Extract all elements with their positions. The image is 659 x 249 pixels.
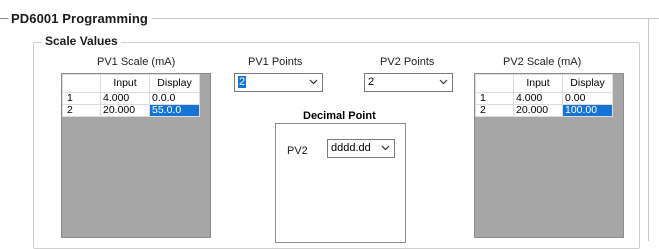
pv2-points-label: PV2 Points — [380, 56, 435, 68]
pv1-input-cell[interactable]: 20.000 — [100, 104, 150, 117]
window-title: PD6001 Programming — [9, 11, 152, 26]
pv1-display-header[interactable]: Display — [149, 74, 200, 93]
pv2-decimal-label: PV2 — [287, 145, 308, 157]
table-row[interactable]: 1 4.000 0.00 — [475, 92, 613, 105]
decimal-point-title: Decimal Point — [300, 110, 379, 122]
pv2-display-header[interactable]: Display — [562, 74, 613, 93]
pv2-decimal-value: dddd.dd — [331, 142, 371, 154]
pv2-input-cell[interactable]: 4.000 — [513, 92, 563, 105]
grid-corner — [62, 74, 101, 93]
pv1-display-cell-selected[interactable]: 55.0.0 — [149, 104, 200, 117]
table-row[interactable]: 2 20.000 100.00 — [475, 104, 613, 117]
row-index[interactable]: 1 — [475, 92, 514, 105]
pv1-input-header[interactable]: Input — [100, 74, 150, 93]
pv1-display-cell[interactable]: 0.0.0 — [149, 92, 200, 105]
pv2-points-select[interactable]: 2 — [364, 73, 453, 92]
pv1-points-select[interactable]: 2 — [234, 73, 323, 92]
pv2-scale-label: PV2 Scale (mA) — [503, 56, 582, 68]
chevron-down-icon — [439, 79, 448, 85]
pv2-display-cell-selected[interactable]: 100.00 — [562, 104, 613, 117]
pv2-input-cell[interactable]: 20.000 — [513, 104, 563, 117]
grid-corner — [475, 74, 514, 93]
outer-group-tick — [0, 18, 8, 19]
row-index[interactable]: 1 — [62, 92, 101, 105]
pv2-decimal-select[interactable]: dddd.dd — [327, 139, 395, 158]
chevron-down-icon — [309, 79, 318, 85]
pv2-display-cell[interactable]: 0.00 — [562, 92, 613, 105]
pv2-points-value: 2 — [368, 76, 375, 88]
table-row[interactable]: 2 20.000 55.0.0 — [62, 104, 200, 117]
row-index[interactable]: 2 — [475, 104, 514, 117]
scale-values-title: Scale Values — [42, 34, 121, 48]
pv1-points-value: 2 — [238, 76, 247, 88]
pv2-input-header[interactable]: Input — [513, 74, 563, 93]
pv1-scale-grid[interactable]: Input Display 1 4.000 0.0.0 2 20.000 55.… — [61, 73, 211, 238]
pv1-scale-label: PV1 Scale (mA) — [97, 56, 176, 68]
row-index[interactable]: 2 — [62, 104, 101, 117]
outer-group-right-border — [648, 18, 649, 241]
table-row[interactable]: 1 4.000 0.0.0 — [62, 92, 200, 105]
pv1-input-cell[interactable]: 4.000 — [100, 92, 150, 105]
chevron-down-icon — [381, 145, 390, 151]
pv1-points-label: PV1 Points — [248, 56, 303, 68]
pv2-scale-grid[interactable]: Input Display 1 4.000 0.00 2 20.000 100.… — [474, 73, 624, 238]
